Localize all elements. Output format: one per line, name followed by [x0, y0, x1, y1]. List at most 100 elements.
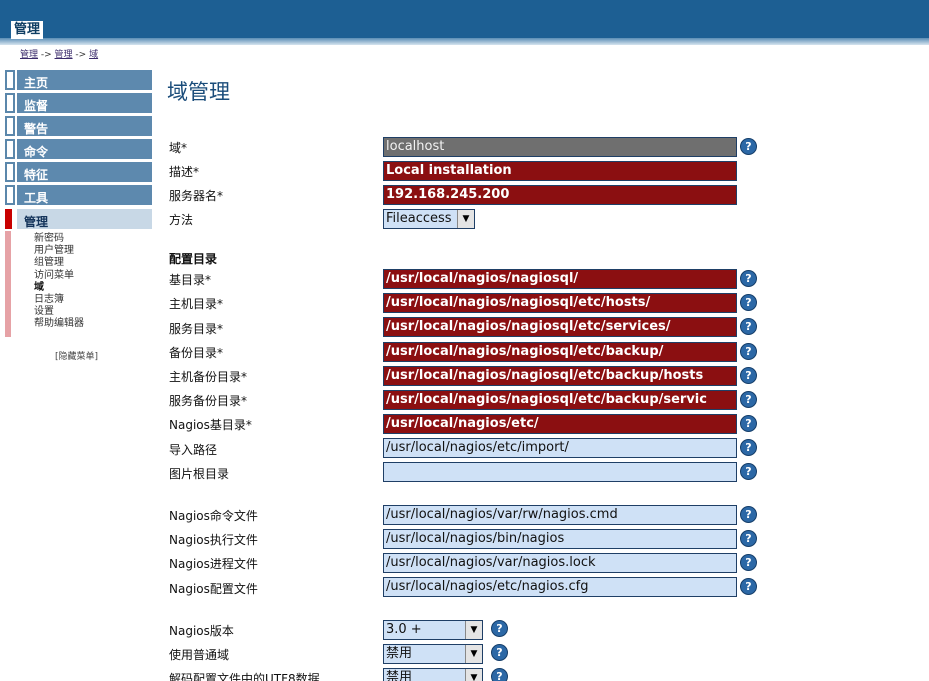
nagios-config-label: Nagios配置文件 — [169, 582, 258, 596]
server-label: 服务器名* — [169, 189, 224, 203]
submenu-item-new-password[interactable]: 新密码 — [34, 233, 84, 245]
nav-marker — [5, 70, 15, 90]
common-domain-select[interactable]: 禁用 ▼ — [383, 644, 483, 664]
utf8-decode-select[interactable]: 禁用 ▼ — [383, 668, 483, 681]
host-backupdir-label: 主机备份目录* — [169, 370, 248, 384]
hostdir-label: 主机目录* — [169, 297, 224, 311]
description-label: 描述* — [169, 165, 200, 179]
section-title-config-dirs: 配置目录 — [169, 252, 218, 266]
sidebar-item-label: 警告 — [17, 116, 152, 136]
sidebar-item-admin[interactable]: 管理 — [5, 209, 152, 229]
picture-dir-field[interactable] — [383, 462, 737, 482]
submenu-item-user-admin[interactable]: 用户管理 — [34, 245, 84, 257]
sidebar-item-label: 主页 — [17, 70, 152, 90]
sidebar-item-alerting[interactable]: 警告 — [5, 116, 152, 136]
nagios-cmd-field[interactable]: /usr/local/nagios/var/rw/nagios.cmd — [383, 505, 737, 525]
domain-field[interactable]: localhost — [383, 137, 737, 157]
submenu: 新密码 用户管理 组管理 访问菜单 域 日志簿 设置 帮助编辑器 — [34, 233, 84, 331]
nagios-version-value: 3.0 + — [386, 622, 422, 637]
nagios-binary-label: Nagios执行文件 — [169, 533, 258, 547]
hide-menu-link[interactable]: [隐藏菜单] — [55, 349, 98, 362]
help-icon[interactable]: ? — [740, 506, 757, 523]
chevron-down-icon[interactable]: ▼ — [465, 645, 482, 663]
common-domain-value: 禁用 — [386, 646, 413, 661]
help-icon[interactable]: ? — [740, 554, 757, 571]
nagios-pid-field[interactable]: /usr/local/nagios/var/nagios.lock — [383, 553, 737, 573]
import-path-field[interactable]: /usr/local/nagios/etc/import/ — [383, 438, 737, 458]
sidebar-item-label: 监督 — [17, 93, 152, 113]
help-icon[interactable]: ? — [740, 530, 757, 547]
picture-dir-label: 图片根目录 — [169, 467, 230, 481]
method-label: 方法 — [169, 213, 194, 227]
nav-marker — [5, 116, 15, 136]
help-icon[interactable]: ? — [740, 294, 757, 311]
nagios-cmd-label: Nagios命令文件 — [169, 509, 258, 523]
basedir-field[interactable]: /usr/local/nagios/nagiosql/ — [383, 269, 737, 289]
nagios-basedir-field[interactable]: /usr/local/nagios/etc/ — [383, 414, 737, 434]
help-icon[interactable]: ? — [740, 439, 757, 456]
service-backupdir-label: 服务备份目录* — [169, 394, 248, 408]
header-tab-admin[interactable]: 管理 — [11, 21, 44, 39]
service-backupdir-field[interactable]: /usr/local/nagios/nagiosql/etc/backup/se… — [383, 390, 737, 410]
submenu-item-settings[interactable]: 设置 — [34, 306, 84, 318]
hostdir-field[interactable]: /usr/local/nagios/nagiosql/etc/hosts/ — [383, 293, 737, 313]
nagios-version-label: Nagios版本 — [169, 624, 234, 638]
breadcrumb-link-admin-sub[interactable]: 管理 — [55, 50, 73, 60]
nagios-config-field[interactable]: /usr/local/nagios/etc/nagios.cfg — [383, 577, 737, 597]
chevron-down-icon[interactable]: ▼ — [465, 669, 482, 681]
help-icon[interactable]: ? — [740, 138, 757, 155]
help-icon[interactable]: ? — [740, 270, 757, 287]
nagios-version-select[interactable]: 3.0 + ▼ — [383, 620, 483, 640]
submenu-indicator — [5, 231, 11, 337]
submenu-item-logbook[interactable]: 日志簿 — [34, 294, 84, 306]
nav-marker-active — [5, 209, 12, 229]
breadcrumb-link-domain[interactable]: 域 — [89, 50, 98, 60]
submenu-item-domains[interactable]: 域 — [34, 282, 84, 294]
help-icon[interactable]: ? — [740, 463, 757, 480]
help-icon[interactable]: ? — [740, 343, 757, 360]
sidebar-item-tools[interactable]: 工具 — [5, 185, 152, 205]
host-backupdir-field[interactable]: /usr/local/nagios/nagiosql/etc/backup/ho… — [383, 366, 737, 386]
chevron-down-icon[interactable]: ▼ — [465, 621, 482, 639]
servicedir-field[interactable]: /usr/local/nagios/nagiosql/etc/services/ — [383, 317, 737, 337]
help-icon[interactable]: ? — [740, 391, 757, 408]
help-icon[interactable]: ? — [491, 620, 508, 637]
breadcrumb: 管理 -> 管理 -> 域 — [20, 47, 98, 60]
sidebar-item-label: 特征 — [17, 162, 152, 182]
method-select[interactable]: Fileaccess ▼ — [383, 209, 475, 229]
sidebar-item-label: 工具 — [17, 185, 152, 205]
breadcrumb-separator: -> — [72, 50, 90, 60]
common-domain-label: 使用普通域 — [169, 648, 230, 662]
breadcrumb-link-admin[interactable]: 管理 — [20, 50, 38, 60]
help-icon[interactable]: ? — [740, 578, 757, 595]
utf8-decode-value: 禁用 — [386, 670, 413, 681]
nav-marker — [5, 185, 15, 205]
submenu-item-help-editor[interactable]: 帮助编辑器 — [34, 318, 84, 330]
sidebar-item-commands[interactable]: 命令 — [5, 139, 152, 159]
nav-marker — [5, 162, 15, 182]
backupdir-label: 备份目录* — [169, 346, 224, 360]
servicedir-label: 服务目录* — [169, 322, 224, 336]
chevron-down-icon[interactable]: ▼ — [457, 210, 474, 228]
nagios-pid-label: Nagios进程文件 — [169, 557, 258, 571]
description-field[interactable]: Local installation — [383, 161, 737, 181]
help-icon[interactable]: ? — [740, 367, 757, 384]
nagios-binary-field[interactable]: /usr/local/nagios/bin/nagios — [383, 529, 737, 549]
nav-marker — [5, 93, 15, 113]
help-icon[interactable]: ? — [740, 318, 757, 335]
utf8-decode-label: 解码配置文件中的UTF8数据 — [169, 672, 320, 681]
help-icon[interactable]: ? — [740, 415, 757, 432]
page-title: 域管理 — [167, 80, 230, 104]
domain-label: 域* — [169, 141, 188, 155]
server-field[interactable]: 192.168.245.200 — [383, 185, 737, 205]
basedir-label: 基目录* — [169, 273, 212, 287]
help-icon[interactable]: ? — [491, 644, 508, 661]
submenu-item-menu-access[interactable]: 访问菜单 — [34, 270, 84, 282]
sidebar-item-monitoring[interactable]: 监督 — [5, 93, 152, 113]
help-icon[interactable]: ? — [491, 668, 508, 681]
sidebar-item-home[interactable]: 主页 — [5, 70, 152, 90]
nav-marker — [5, 139, 15, 159]
sidebar-item-specials[interactable]: 特征 — [5, 162, 152, 182]
backupdir-field[interactable]: /usr/local/nagios/nagiosql/etc/backup/ — [383, 342, 737, 362]
submenu-item-group-admin[interactable]: 组管理 — [34, 257, 84, 269]
